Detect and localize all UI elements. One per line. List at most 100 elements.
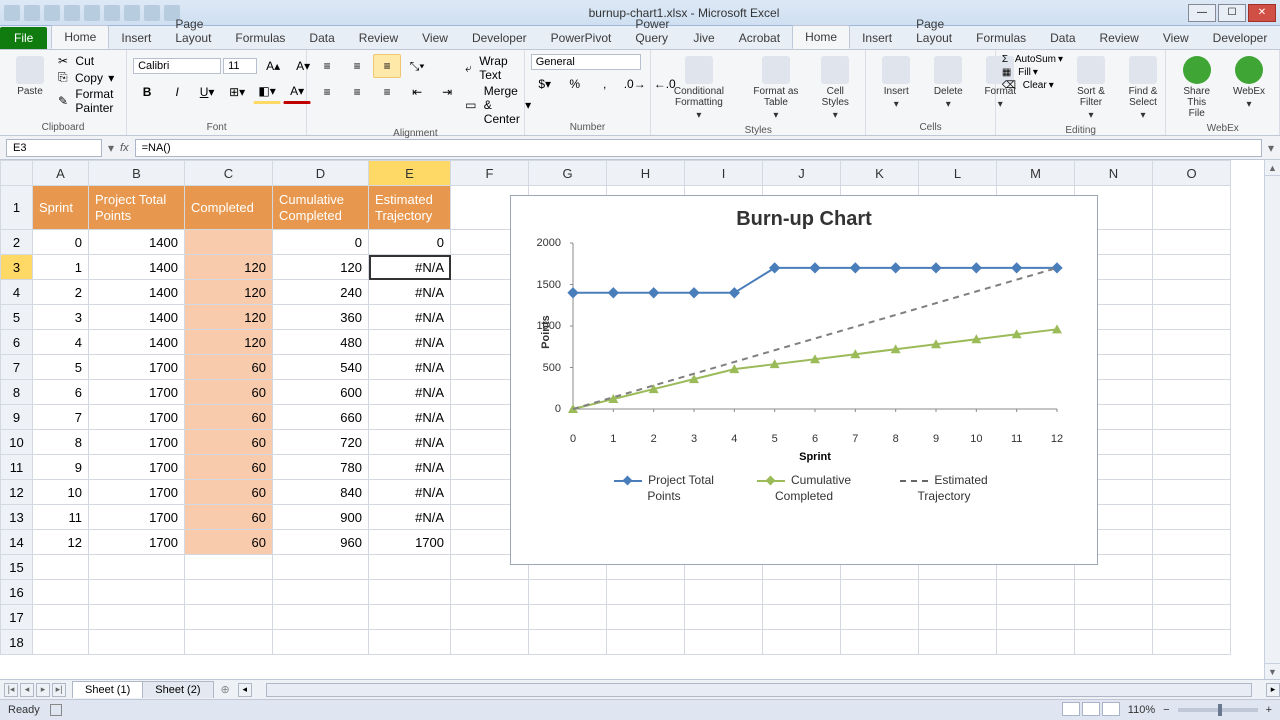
- cell-C5[interactable]: 120: [185, 305, 273, 330]
- tab-home[interactable]: Home: [792, 25, 850, 49]
- formula-expand-icon[interactable]: ▾: [1268, 141, 1274, 155]
- sheet-nav-next-icon[interactable]: ▸: [36, 683, 50, 697]
- column-header-N[interactable]: N: [1075, 161, 1153, 186]
- row-header-6[interactable]: 6: [1, 330, 33, 355]
- cell[interactable]: [685, 580, 763, 605]
- cell[interactable]: [997, 605, 1075, 630]
- tab-formulas[interactable]: Formulas: [223, 27, 297, 49]
- tab-formulas[interactable]: Formulas: [964, 27, 1038, 49]
- cell-C11[interactable]: 60: [185, 455, 273, 480]
- format-as-table-button[interactable]: Format as Table▾: [745, 54, 808, 123]
- cell[interactable]: [1153, 480, 1231, 505]
- align-middle-icon[interactable]: ≡: [343, 54, 371, 78]
- table-header-cell[interactable]: Sprint: [33, 186, 89, 230]
- cell[interactable]: [607, 605, 685, 630]
- column-header-C[interactable]: C: [185, 161, 273, 186]
- cell[interactable]: [763, 630, 841, 655]
- view-buttons[interactable]: [1060, 702, 1120, 719]
- column-header-H[interactable]: H: [607, 161, 685, 186]
- tab-insert[interactable]: Insert: [850, 27, 904, 49]
- increase-font-icon[interactable]: A▴: [259, 54, 287, 78]
- align-bottom-icon[interactable]: ≡: [373, 54, 401, 78]
- cell-C13[interactable]: 60: [185, 505, 273, 530]
- tab-insert[interactable]: Insert: [109, 27, 163, 49]
- cell-B7[interactable]: 1700: [89, 355, 185, 380]
- cell[interactable]: [1153, 305, 1231, 330]
- cell-E14[interactable]: 1700: [369, 530, 451, 555]
- cell-D3[interactable]: 120: [273, 255, 369, 280]
- cell-C8[interactable]: 60: [185, 380, 273, 405]
- formula-input[interactable]: [135, 139, 1262, 157]
- cell[interactable]: [1153, 605, 1231, 630]
- sheet-nav-last-icon[interactable]: ▸|: [52, 683, 66, 697]
- row-header-18[interactable]: 18: [1, 630, 33, 655]
- cell[interactable]: [529, 605, 607, 630]
- cell[interactable]: [273, 630, 369, 655]
- close-button[interactable]: ✕: [1248, 4, 1276, 22]
- row-header-17[interactable]: 17: [1, 605, 33, 630]
- cell[interactable]: [369, 605, 451, 630]
- find-select-button[interactable]: Find & Select▾: [1119, 54, 1167, 123]
- cell-A8[interactable]: 6: [33, 380, 89, 405]
- vertical-scrollbar[interactable]: ▲ ▼: [1264, 160, 1280, 679]
- cell-E10[interactable]: #N/A: [369, 430, 451, 455]
- cell-D9[interactable]: 660: [273, 405, 369, 430]
- scroll-down-icon[interactable]: ▼: [1265, 663, 1280, 679]
- cell-C10[interactable]: 60: [185, 430, 273, 455]
- cell[interactable]: [607, 630, 685, 655]
- cell-C2[interactable]: [185, 230, 273, 255]
- tab-developer[interactable]: Developer: [1201, 27, 1280, 49]
- cell[interactable]: [185, 630, 273, 655]
- cell[interactable]: [273, 605, 369, 630]
- align-left-icon[interactable]: ≡: [313, 80, 341, 104]
- select-all-corner[interactable]: [1, 161, 33, 186]
- cell-D7[interactable]: 540: [273, 355, 369, 380]
- cell[interactable]: [1075, 630, 1153, 655]
- sheet-tab-1[interactable]: Sheet (1): [72, 681, 143, 698]
- paste-button[interactable]: Paste: [6, 54, 54, 99]
- cell-D2[interactable]: 0: [273, 230, 369, 255]
- cell-E11[interactable]: #N/A: [369, 455, 451, 480]
- maximize-button[interactable]: ☐: [1218, 4, 1246, 22]
- conditional-formatting-button[interactable]: Conditional Formatting▾: [657, 54, 740, 123]
- cell-C12[interactable]: 60: [185, 480, 273, 505]
- cell[interactable]: [919, 605, 997, 630]
- cell-A3[interactable]: 1: [33, 255, 89, 280]
- row-header-3[interactable]: 3: [1, 255, 33, 280]
- tab-data[interactable]: Data: [297, 27, 346, 49]
- cell-A4[interactable]: 2: [33, 280, 89, 305]
- column-header-F[interactable]: F: [451, 161, 529, 186]
- increase-decimal-icon[interactable]: .0→: [621, 72, 649, 96]
- qat-icon[interactable]: [104, 5, 120, 21]
- cell-E13[interactable]: #N/A: [369, 505, 451, 530]
- fill-color-button[interactable]: ◧▾: [253, 80, 281, 104]
- fill-button[interactable]: Fill: [1018, 67, 1031, 78]
- row-header-14[interactable]: 14: [1, 530, 33, 555]
- wrap-text-button[interactable]: Wrap Text: [479, 54, 531, 82]
- cell[interactable]: [369, 555, 451, 580]
- cell-B3[interactable]: 1400: [89, 255, 185, 280]
- comma-icon[interactable]: ,: [591, 72, 619, 96]
- sheet-tab-2[interactable]: Sheet (2): [142, 681, 213, 698]
- cell[interactable]: [451, 630, 529, 655]
- column-header-O[interactable]: O: [1153, 161, 1231, 186]
- zoom-out-icon[interactable]: −: [1163, 704, 1169, 716]
- redo-icon[interactable]: [64, 5, 80, 21]
- chart-object[interactable]: Burn-up Chart Points Sprint 050010001500…: [510, 195, 1098, 565]
- cell[interactable]: [685, 630, 763, 655]
- cell-C9[interactable]: 60: [185, 405, 273, 430]
- decrease-indent-icon[interactable]: ⇤: [403, 80, 431, 104]
- cell-E5[interactable]: #N/A: [369, 305, 451, 330]
- share-file-button[interactable]: Share This File: [1172, 54, 1221, 121]
- cell[interactable]: [841, 580, 919, 605]
- delete-cells-button[interactable]: Delete▾: [924, 54, 972, 112]
- cell[interactable]: [451, 580, 529, 605]
- cell[interactable]: [763, 580, 841, 605]
- cell[interactable]: [1075, 605, 1153, 630]
- tab-review[interactable]: Review: [1088, 27, 1151, 49]
- cell-A6[interactable]: 4: [33, 330, 89, 355]
- row-header-13[interactable]: 13: [1, 505, 33, 530]
- row-header-11[interactable]: 11: [1, 455, 33, 480]
- cell[interactable]: [1153, 455, 1231, 480]
- zoom-in-icon[interactable]: +: [1266, 704, 1272, 716]
